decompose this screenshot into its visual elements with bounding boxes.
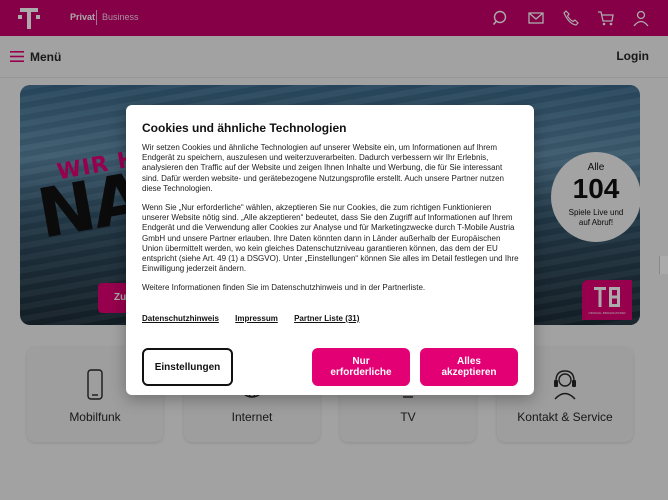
dialog-paragraph-2: Wenn Sie „Nur erforderliche“ wählen, akz… [142,203,519,274]
accept-all-button[interactable]: Alles akzeptieren [420,348,518,386]
imprint-link[interactable]: Impressum [235,314,278,323]
required-button-line-2: erforderliche [330,367,392,378]
dialog-body: Wir setzen Cookies und ähnliche Technolo… [142,143,520,303]
required-button-line-1: Nur [352,356,370,367]
dialog-links: Datenschutzhinweis Impressum Partner Lis… [142,314,373,323]
cookie-consent-dialog: Cookies und ähnliche Technologien Wir se… [126,105,534,395]
required-only-button[interactable]: Nur erforderliche [312,348,410,386]
partner-list-link[interactable]: Partner Liste (31) [294,314,359,323]
required-button-label: Nur erforderliche [330,356,391,378]
accept-button-line-1: Alles [457,356,481,367]
privacy-notice-link[interactable]: Datenschutzhinweis [142,314,219,323]
dialog-paragraph-1: Wir setzen Cookies und ähnliche Technolo… [142,143,504,193]
dialog-title: Cookies und ähnliche Technologien [142,121,347,135]
dialog-paragraph-3: Weitere Informationen finden Sie im Date… [142,283,426,293]
accept-button-label: Alles akzeptieren [441,356,496,378]
accept-button-line-2: akzeptieren [441,367,497,378]
settings-button[interactable]: Einstellungen [142,348,233,386]
